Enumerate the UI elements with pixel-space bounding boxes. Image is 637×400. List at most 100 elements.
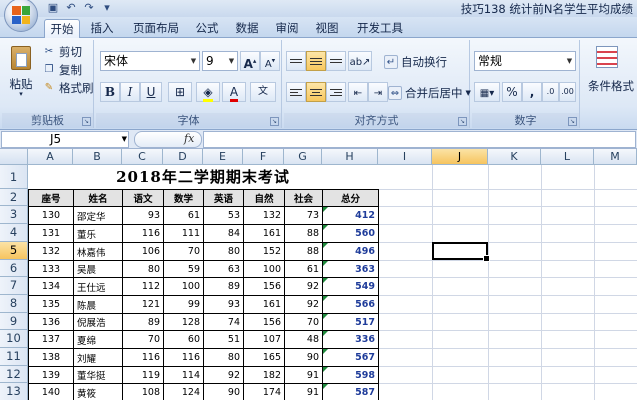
table-cell[interactable]: 132 [243, 206, 285, 225]
tab-page-layout[interactable]: 页面布局 [126, 19, 186, 38]
row-header-11[interactable]: 11 [0, 348, 28, 366]
undo-icon[interactable]: ↶ [64, 1, 78, 15]
alignment-launcher-icon[interactable]: ↘ [458, 117, 467, 126]
column-header-j[interactable]: J [432, 149, 488, 165]
table-cell[interactable]: 80 [203, 242, 244, 261]
accounting-format-button[interactable]: ▦▾ [474, 82, 500, 102]
table-cell[interactable]: 91 [284, 383, 323, 400]
table-header-cell[interactable]: 语文 [122, 189, 164, 207]
column-header-g[interactable]: G [284, 149, 322, 165]
table-cell[interactable]: 100 [163, 277, 204, 296]
table-cell[interactable]: 140 [28, 383, 74, 400]
table-cell[interactable]: 116 [122, 224, 164, 243]
table-cell[interactable]: 92 [284, 277, 323, 296]
column-header-i[interactable]: I [378, 149, 432, 165]
table-cell[interactable]: 139 [28, 366, 74, 384]
row-header-6[interactable]: 6 [0, 260, 28, 277]
table-cell[interactable]: 黄筱 [73, 383, 123, 400]
table-cell[interactable]: 70 [284, 313, 323, 331]
worksheet-grid[interactable]: A B C D E F G H I J K L M 1 2 3 4 5 6 7 … [0, 149, 637, 400]
save-icon[interactable]: ▣ [46, 1, 60, 15]
total-cell[interactable]: 549 [322, 277, 379, 296]
table-cell[interactable]: 152 [243, 242, 285, 261]
insert-function-icon[interactable]: fx [184, 132, 194, 145]
tab-insert[interactable]: 插入 [84, 19, 120, 38]
conditional-formatting-button[interactable]: 条件格式 [588, 44, 636, 104]
table-cell[interactable]: 董华挺 [73, 366, 123, 384]
table-cell[interactable]: 70 [122, 330, 164, 349]
table-cell[interactable]: 165 [243, 348, 285, 367]
table-cell[interactable]: 88 [284, 242, 323, 261]
active-cell-j5[interactable] [432, 242, 490, 262]
total-cell[interactable]: 567 [322, 348, 379, 367]
table-cell[interactable]: 90 [203, 383, 244, 400]
tab-data[interactable]: 数据 [229, 19, 265, 38]
table-cell[interactable]: 80 [203, 348, 244, 367]
bold-button[interactable]: B [100, 82, 120, 102]
decrease-decimal-button[interactable]: .00 [559, 82, 576, 102]
table-cell[interactable]: 116 [163, 348, 204, 367]
table-cell[interactable]: 48 [284, 330, 323, 349]
row-header-9[interactable]: 9 [0, 313, 28, 330]
table-cell[interactable]: 136 [28, 313, 74, 331]
column-header-l[interactable]: L [541, 149, 594, 165]
table-cell[interactable]: 174 [243, 383, 285, 400]
table-cell[interactable]: 84 [203, 224, 244, 243]
table-header-cell[interactable]: 社会 [284, 189, 323, 207]
align-left-button[interactable] [286, 82, 306, 102]
table-cell[interactable]: 林嘉伟 [73, 242, 123, 261]
table-cell[interactable]: 119 [122, 366, 164, 384]
decrease-indent-button[interactable]: ⇤ [348, 82, 368, 102]
table-cell[interactable]: 89 [122, 313, 164, 331]
underline-button[interactable]: U [140, 82, 162, 102]
table-cell[interactable]: 59 [163, 260, 204, 278]
row-header-4[interactable]: 4 [0, 224, 28, 242]
table-cell[interactable]: 61 [284, 260, 323, 278]
align-bottom-button[interactable] [326, 51, 346, 71]
tab-view[interactable]: 视图 [309, 19, 345, 38]
total-cell[interactable]: 336 [322, 330, 379, 349]
table-cell[interactable]: 108 [122, 383, 164, 400]
percent-button[interactable]: % [502, 82, 522, 102]
increase-indent-button[interactable]: ⇥ [368, 82, 388, 102]
table-header-cell[interactable]: 姓名 [73, 189, 123, 207]
table-cell[interactable]: 陈晨 [73, 295, 123, 314]
table-cell[interactable]: 138 [28, 348, 74, 367]
borders-button[interactable]: ⊞ [168, 82, 192, 102]
table-cell[interactable]: 134 [28, 277, 74, 296]
font-size-select[interactable]: 9 ▼ [202, 51, 238, 71]
column-header-f[interactable]: F [243, 149, 284, 165]
sheet-title[interactable]: 2018年二学期期末考试 [28, 165, 378, 189]
row-header-1[interactable]: 1 [0, 165, 28, 189]
table-header-cell[interactable]: 数学 [163, 189, 204, 207]
total-cell[interactable]: 496 [322, 242, 379, 261]
column-header-a[interactable]: A [28, 149, 73, 165]
select-all-corner[interactable] [0, 149, 28, 165]
table-cell[interactable]: 130 [28, 206, 74, 225]
table-cell[interactable]: 93 [122, 206, 164, 225]
table-cell[interactable]: 88 [284, 224, 323, 243]
paste-button[interactable]: 粘贴 ▾ [8, 44, 34, 100]
table-cell[interactable]: 112 [122, 277, 164, 296]
tab-review[interactable]: 审阅 [269, 19, 305, 38]
total-cell[interactable]: 517 [322, 313, 379, 331]
table-cell[interactable]: 吴晨 [73, 260, 123, 278]
table-header-cell[interactable]: 自然 [243, 189, 285, 207]
row-header-3[interactable]: 3 [0, 206, 28, 224]
table-cell[interactable]: 133 [28, 260, 74, 278]
table-header-cell[interactable]: 英语 [203, 189, 244, 207]
table-cell[interactable]: 90 [284, 348, 323, 367]
table-header-cell[interactable]: 座号 [28, 189, 74, 207]
total-cell[interactable]: 566 [322, 295, 379, 314]
table-cell[interactable]: 王仕远 [73, 277, 123, 296]
font-launcher-icon[interactable]: ↘ [270, 117, 279, 126]
table-cell[interactable]: 61 [163, 206, 204, 225]
table-cell[interactable]: 邵定华 [73, 206, 123, 225]
table-cell[interactable]: 63 [203, 260, 244, 278]
table-cell[interactable]: 137 [28, 330, 74, 349]
table-cell[interactable]: 74 [203, 313, 244, 331]
column-header-b[interactable]: B [73, 149, 122, 165]
table-cell[interactable]: 132 [28, 242, 74, 261]
table-cell[interactable]: 107 [243, 330, 285, 349]
align-middle-button[interactable] [306, 51, 326, 71]
